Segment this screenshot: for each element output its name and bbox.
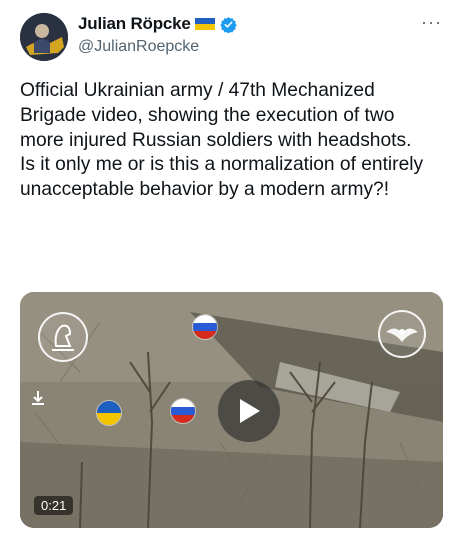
tweet-paragraph: Official Ukrainian army / 47th Mechanize…	[20, 80, 412, 151]
video-duration: 0:21	[34, 496, 74, 515]
verified-badge-icon	[219, 16, 237, 33]
tweet-text: Official Ukrainian army / 47th Mechanize…	[20, 79, 440, 203]
play-button[interactable]	[218, 380, 280, 442]
tweet-paragraph: Is it only me or is this a normalization…	[20, 154, 424, 201]
ukraine-flag-icon	[96, 400, 122, 426]
play-icon	[240, 399, 260, 423]
avatar[interactable]	[20, 13, 68, 61]
unit-emblem-icon	[378, 310, 426, 358]
author-display-name[interactable]: Julian Röpcke	[78, 14, 191, 34]
russia-flag-icon	[170, 398, 196, 424]
more-options-icon[interactable]: ···	[421, 12, 442, 33]
russia-flag-icon	[192, 314, 218, 340]
drop-marker-icon	[28, 388, 48, 408]
video-player[interactable]: 0:21	[20, 292, 443, 528]
ukraine-flag-icon	[194, 18, 215, 30]
author-handle[interactable]: @JulianRoepcke	[78, 38, 199, 56]
author-name-row: Julian Röpcke	[78, 14, 237, 34]
brigade-emblem-icon	[38, 312, 88, 362]
